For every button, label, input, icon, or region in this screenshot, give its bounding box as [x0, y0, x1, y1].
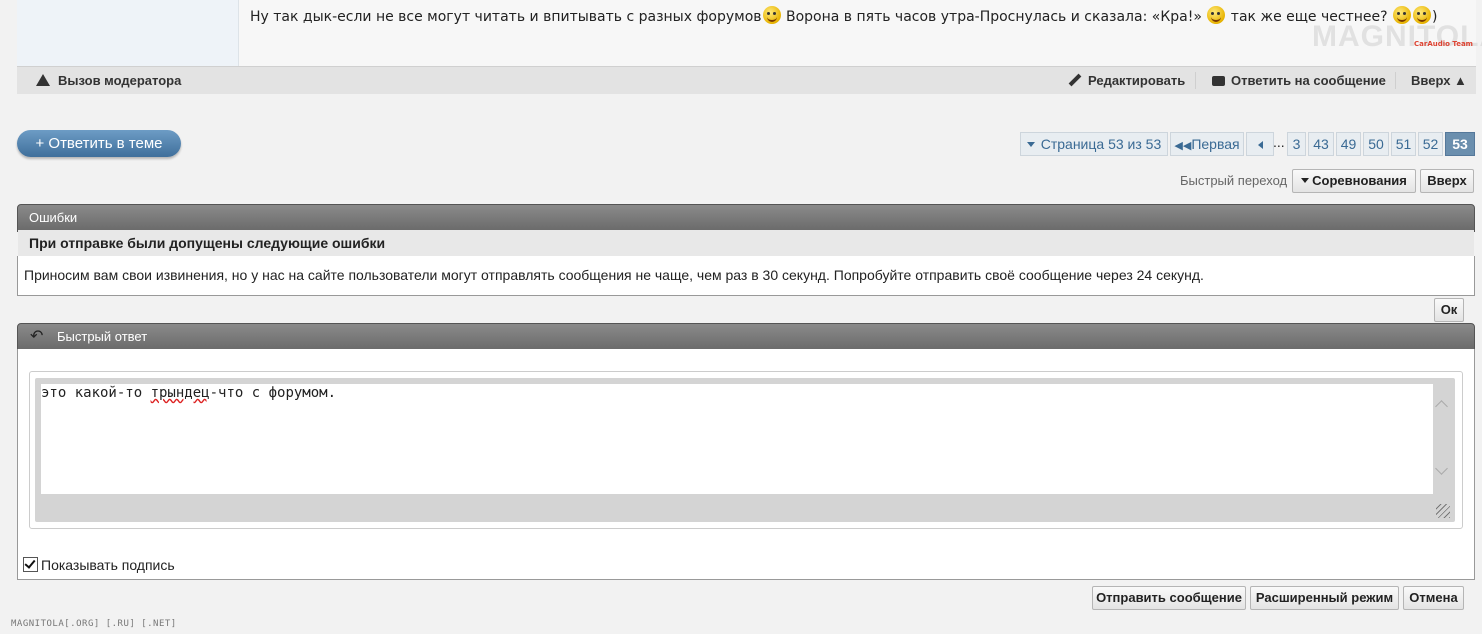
page-link[interactable]: 3 [1287, 132, 1306, 156]
page-status-dropdown[interactable]: Страница 53 из 53 [1020, 132, 1168, 156]
errors-title-bar: При отправке были допущены следующие оши… [18, 230, 1474, 256]
misspelled-word: трындец [150, 385, 210, 401]
double-chevron-left-icon: ◀◀ [1174, 140, 1192, 152]
quick-nav-label: Быстрый переход [1180, 173, 1288, 188]
reply-arrow-icon: ↶ [30, 328, 44, 345]
reply-to-post-label: Ответить на сообщение [1231, 73, 1386, 88]
post-text: Ну так дык-если не все могут читать и вп… [250, 6, 1437, 25]
page-link[interactable]: 50 [1363, 132, 1389, 156]
show-signature-checkbox[interactable] [23, 557, 38, 572]
forum-watermark-subtitle: CarAudio Team [1414, 40, 1473, 48]
dropdown-arrow-icon [1301, 178, 1310, 183]
errors-body: Приносим вам свои извинения, но у нас на… [17, 256, 1475, 296]
site-footer: MAGNITOLA[.ORG] [.RU] [.NET] [11, 619, 177, 629]
error-message: Приносим вам свои извинения, но у нас на… [24, 267, 1204, 283]
message-text: -что с форумом. [209, 385, 337, 401]
report-moderator-label: Вызов модератора [58, 73, 182, 88]
divider [1195, 72, 1196, 89]
resize-handle-icon[interactable] [1436, 504, 1450, 518]
quick-reply-title: Быстрый ответ [57, 329, 148, 344]
submit-post-button[interactable]: Отправить сообщение [1092, 586, 1246, 610]
smiley-icon [762, 6, 781, 24]
edit-post-label: Редактировать [1088, 73, 1186, 88]
current-page: 53 [1445, 132, 1475, 156]
warning-icon [36, 74, 50, 86]
post-text-part: Ну так дык-если не все могут читать и вп… [250, 9, 762, 25]
dropdown-arrow-icon [1026, 142, 1035, 147]
post-text-part: Ворона в пять часов утра-Проснулась и ск… [781, 9, 1207, 25]
first-page-link[interactable]: ◀◀Первая [1170, 132, 1244, 156]
post-userinfo-column [17, 0, 239, 66]
prev-page-link[interactable] [1246, 132, 1274, 156]
forum-watermark-logo: MAGNITOLA [1312, 20, 1482, 53]
divider [1395, 72, 1396, 89]
first-page-label: Первая [1191, 136, 1240, 152]
page-status-label: Страница 53 из 53 [1040, 136, 1162, 152]
page-link[interactable]: 49 [1336, 132, 1361, 156]
advanced-mode-button[interactable]: Расширенный режим [1250, 586, 1399, 610]
reply-in-thread-button[interactable]: + Ответить в теме [17, 130, 181, 157]
back-to-top-link[interactable]: Вверх ▲ [1411, 73, 1467, 88]
top-button[interactable]: Вверх [1420, 169, 1474, 193]
forum-jump-value: Соревнования [1312, 173, 1407, 188]
page-link[interactable]: 43 [1308, 132, 1334, 156]
post-action-bar: Вызов модератора Редактировать Ответить … [17, 66, 1476, 94]
page-link[interactable]: 52 [1418, 132, 1443, 156]
report-moderator-link[interactable]: Вызов модератора [36, 73, 181, 88]
ok-button[interactable]: Ок [1434, 298, 1464, 322]
page-link[interactable]: 51 [1391, 132, 1416, 156]
smiley-icon [1207, 6, 1226, 24]
forum-jump-select[interactable]: Соревнования [1292, 169, 1416, 193]
show-signature-label: Показывать подпись [41, 557, 175, 573]
edit-post-link[interactable]: Редактировать [1068, 73, 1185, 88]
errors-title: При отправке были допущены следующие оши… [29, 235, 386, 251]
message-text: это какой-то [41, 385, 151, 401]
cancel-button[interactable]: Отмена [1403, 586, 1464, 610]
quote-bubble-icon [1212, 76, 1225, 86]
quick-reply-header: ↶ Быстрый ответ [17, 323, 1475, 351]
chevron-left-icon [1257, 141, 1263, 149]
pagination-ellipsis: ... [1273, 134, 1285, 150]
errors-panel-header: Ошибки [17, 204, 1475, 232]
message-textarea[interactable]: это какой-то трындец-что с форумом. [41, 384, 1433, 494]
pencil-icon [1068, 73, 1082, 87]
pagination: Страница 53 из 53 ◀◀Первая ... 3 43 49 5… [1020, 132, 1475, 156]
reply-to-post-link[interactable]: Ответить на сообщение [1212, 73, 1386, 88]
errors-header-label: Ошибки [29, 210, 78, 225]
